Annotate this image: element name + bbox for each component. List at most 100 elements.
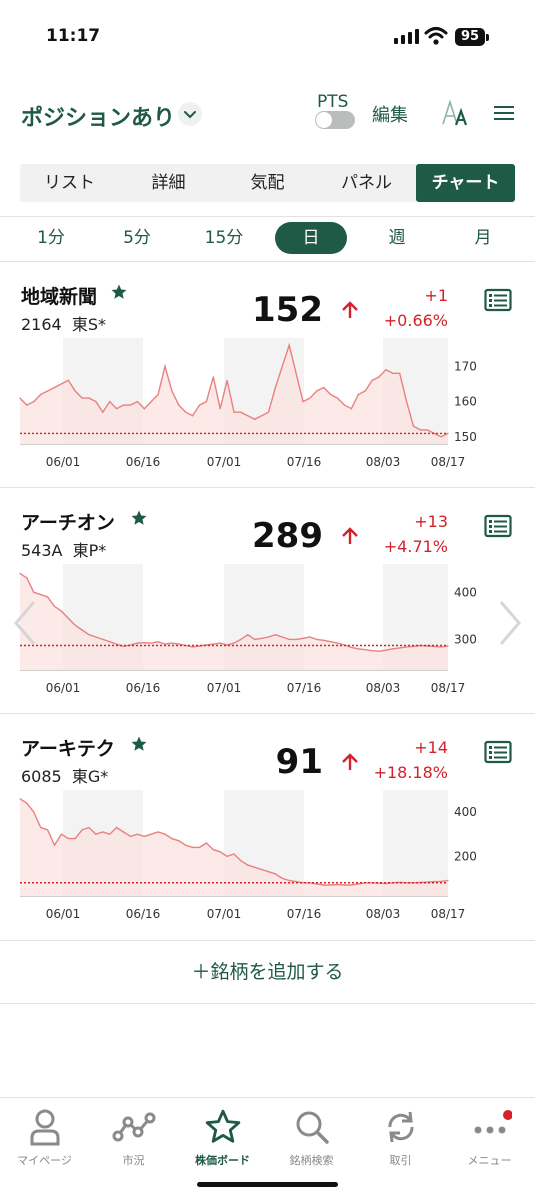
chart-point [281, 365, 283, 367]
price-chart[interactable]: 150 160 170 06/01 06/16 07/01 07/16 08/03 08/17 [0, 334, 535, 488]
chart-point [247, 415, 249, 417]
pts-label: PTS [317, 92, 349, 112]
x-tick-label: 08/17 [431, 455, 466, 469]
chart-point [178, 840, 180, 842]
view-tabs: リスト 詳細 気配 パネル チャート [20, 164, 515, 202]
chart-point [212, 643, 214, 645]
tab-detail[interactable]: 詳細 [119, 164, 218, 202]
font-size-icon[interactable] [440, 98, 470, 128]
tab-quote[interactable]: 気配 [218, 164, 317, 202]
chart-point [419, 429, 421, 431]
y-tick-label: 160 [454, 395, 477, 409]
chart-point [33, 811, 35, 813]
chart-point [136, 833, 138, 835]
chart-point [302, 882, 304, 884]
chart-point [226, 379, 228, 381]
chart-point [67, 838, 69, 840]
period-15min[interactable]: 15分 [188, 222, 260, 254]
hamburger-icon[interactable] [494, 105, 514, 121]
chart-point [19, 798, 21, 800]
x-tick-label: 08/17 [431, 907, 466, 921]
star-icon[interactable] [110, 283, 128, 301]
edit-button[interactable]: 編集 [372, 101, 408, 127]
chart-point [74, 838, 76, 840]
star-icon[interactable] [130, 735, 148, 753]
period-1min[interactable]: 1分 [15, 222, 87, 254]
x-tick-label: 08/03 [366, 907, 401, 921]
period-week[interactable]: 週 [361, 222, 433, 254]
price-chart[interactable]: 300 400 06/01 06/16 07/01 07/16 08/03 08/17 [0, 560, 535, 714]
chart-point [385, 649, 387, 651]
star-icon[interactable] [130, 509, 148, 527]
period-day[interactable]: 日 [275, 222, 347, 254]
price-chart[interactable]: 200 400 06/01 06/16 07/01 07/16 08/03 08/17 [0, 786, 535, 940]
x-tick-label: 07/01 [207, 907, 242, 921]
chevron-right-icon[interactable] [497, 598, 523, 648]
period-5min[interactable]: 5分 [101, 222, 173, 254]
stock-card[interactable]: アーチオン 543A 東P* 289 +13 +4.71% 300 400 06/0… [0, 488, 535, 714]
nav-trade[interactable]: 取引 [356, 1108, 445, 1168]
chart-point [281, 636, 283, 638]
battery-icon: 95 [455, 28, 485, 46]
chart-point [247, 634, 249, 636]
chart-point [102, 638, 104, 640]
chart-point [40, 826, 42, 829]
chart-point [295, 881, 297, 883]
chart-point [198, 645, 201, 647]
chart-point [399, 372, 401, 374]
chart-point [95, 636, 97, 638]
chart-point [157, 831, 159, 833]
chart-point [74, 624, 76, 626]
stock-card[interactable]: 地域新聞 2164 東S* 152 +1 +0.66% 150 160 170 06/… [0, 262, 535, 488]
chart-point [88, 634, 90, 636]
chart-point [81, 397, 83, 399]
chart-point [350, 408, 352, 410]
chart-point [330, 641, 332, 643]
chart-point [226, 644, 228, 646]
add-stock-button[interactable]: ＋銘柄を追加する [0, 940, 535, 1004]
nav-menu[interactable]: メニュー [445, 1108, 534, 1168]
chart-point [447, 645, 449, 647]
nav-label: メニュー [467, 1154, 512, 1167]
tab-chart[interactable]: チャート [416, 164, 515, 202]
pts-toggle[interactable] [315, 111, 355, 129]
chart-point [295, 638, 297, 640]
stock-name: 地域新聞 [21, 286, 98, 308]
title-dropdown[interactable] [178, 102, 202, 126]
chart-point [192, 846, 194, 848]
chart-point [302, 401, 304, 403]
chart-point [143, 408, 145, 410]
chart-point [178, 643, 180, 645]
nav-stock-board[interactable]: 株価ボード [178, 1108, 267, 1168]
stock-price: 152 [252, 290, 323, 330]
chart-point [426, 881, 428, 883]
period-month[interactable]: 月 [447, 222, 519, 254]
arrow-up-icon [342, 301, 358, 318]
stock-card[interactable]: アーキテク 6085 東G* 91 +14 +18.18% 200 400 06/0… [0, 714, 535, 940]
y-tick-label: 150 [454, 430, 477, 444]
chart-point [26, 577, 28, 579]
page-title[interactable]: ポジションあり [21, 100, 175, 132]
chart-point [164, 833, 166, 835]
stock-name: アーチオン [21, 512, 115, 534]
chart-point [53, 386, 56, 389]
tab-list[interactable]: リスト [20, 164, 119, 202]
nav-mypage[interactable]: マイページ [0, 1108, 89, 1168]
chart-point [378, 650, 380, 652]
tab-panel[interactable]: パネル [317, 164, 416, 202]
stock-name: アーキテク [21, 738, 115, 760]
chart-point [447, 432, 449, 434]
nav-search[interactable]: 銘柄検索 [267, 1108, 356, 1168]
chart-point [47, 390, 49, 392]
news-icon[interactable] [484, 288, 512, 312]
news-icon[interactable] [484, 740, 512, 764]
nav-market[interactable]: 市況 [89, 1108, 178, 1168]
chart-point [233, 411, 235, 413]
chart-point [240, 860, 242, 862]
nav-label: マイページ [17, 1154, 72, 1167]
news-icon[interactable] [484, 514, 512, 538]
chart-point [267, 411, 270, 413]
nav-label: 銘柄検索 [289, 1154, 334, 1167]
chart-point [323, 386, 325, 389]
chevron-left-icon[interactable] [12, 598, 38, 648]
